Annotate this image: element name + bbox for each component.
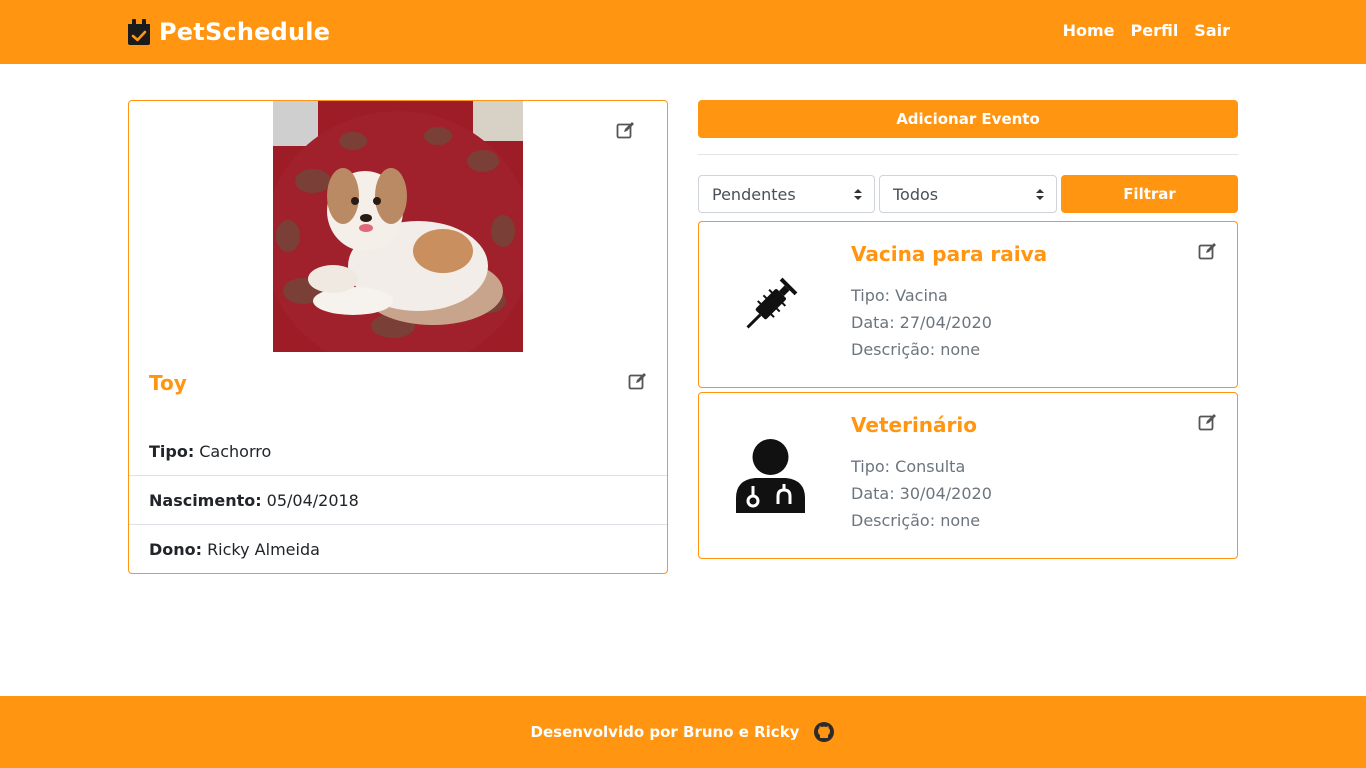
nav-links: Home Perfil Sair [1047, 21, 1230, 40]
pet-photo [273, 101, 523, 352]
event-date: Data: 30/04/2020 [851, 484, 992, 503]
info-label: Dono: [149, 540, 203, 559]
select-caret-icon [854, 189, 862, 200]
add-event-button[interactable]: Adicionar Evento [698, 100, 1238, 138]
pet-name: Toy [149, 371, 187, 395]
edit-event-icon[interactable] [1198, 241, 1218, 261]
pet-info-type: Tipo: Cachorro [129, 427, 667, 476]
edit-photo-icon[interactable] [616, 120, 636, 140]
status-select[interactable]: Pendentes [698, 175, 875, 213]
event-card: Vacina para raiva Tipo: Vacina Data: 27/… [698, 221, 1238, 388]
event-card: Veterinário Tipo: Consulta Data: 30/04/2… [698, 392, 1238, 559]
info-value: Cachorro [199, 441, 272, 461]
pet-info-birth: Nascimento: 05/04/2018 [129, 476, 667, 525]
edit-event-icon[interactable] [1198, 412, 1218, 432]
filter-button[interactable]: Filtrar [1061, 175, 1238, 213]
dog-photo-illustration [273, 101, 523, 352]
brand-link[interactable]: PetSchedule [128, 17, 330, 47]
divider [698, 154, 1238, 155]
event-date: Data: 27/04/2020 [851, 313, 992, 332]
footer-text: Desenvolvido por Bruno e Ricky [530, 723, 800, 741]
info-label: Nascimento: [149, 490, 262, 510]
github-icon[interactable] [813, 721, 835, 743]
select-caret-icon [1036, 189, 1044, 200]
event-title: Veterinário [851, 413, 977, 437]
event-type: Tipo: Vacina [851, 286, 948, 305]
nav-home-link[interactable]: Home [1063, 21, 1115, 40]
status-select-value: Pendentes [712, 184, 796, 204]
type-select[interactable]: Todos [879, 175, 1057, 213]
syringe-icon [746, 277, 798, 329]
pet-info-owner: Dono: Ricky Almeida [129, 525, 667, 574]
event-description: Descrição: none [851, 511, 981, 530]
event-title: Vacina para raiva [851, 242, 1048, 266]
edit-pet-icon[interactable] [628, 371, 648, 391]
nav-profile-link[interactable]: Perfil [1130, 21, 1178, 40]
doctor-icon [736, 439, 805, 513]
info-label: Tipo: [149, 441, 195, 461]
info-value: 05/04/2018 [266, 490, 359, 510]
footer: Desenvolvido por Bruno e Ricky [0, 696, 1366, 768]
event-description: Descrição: none [851, 340, 981, 359]
nav-logout-link[interactable]: Sair [1194, 21, 1230, 40]
event-type: Tipo: Consulta [851, 457, 966, 476]
calendar-check-icon [128, 19, 150, 45]
info-value: Ricky Almeida [207, 540, 320, 559]
pet-info-list: Tipo: Cachorro Nascimento: 05/04/2018 Do… [129, 427, 667, 574]
pet-card: Toy Tipo: Cachorro Nascimento: 05/04/201… [128, 100, 668, 574]
type-select-value: Todos [893, 184, 939, 204]
top-navbar: PetSchedule Home Perfil Sair [0, 0, 1366, 64]
brand-title: PetSchedule [159, 18, 331, 46]
